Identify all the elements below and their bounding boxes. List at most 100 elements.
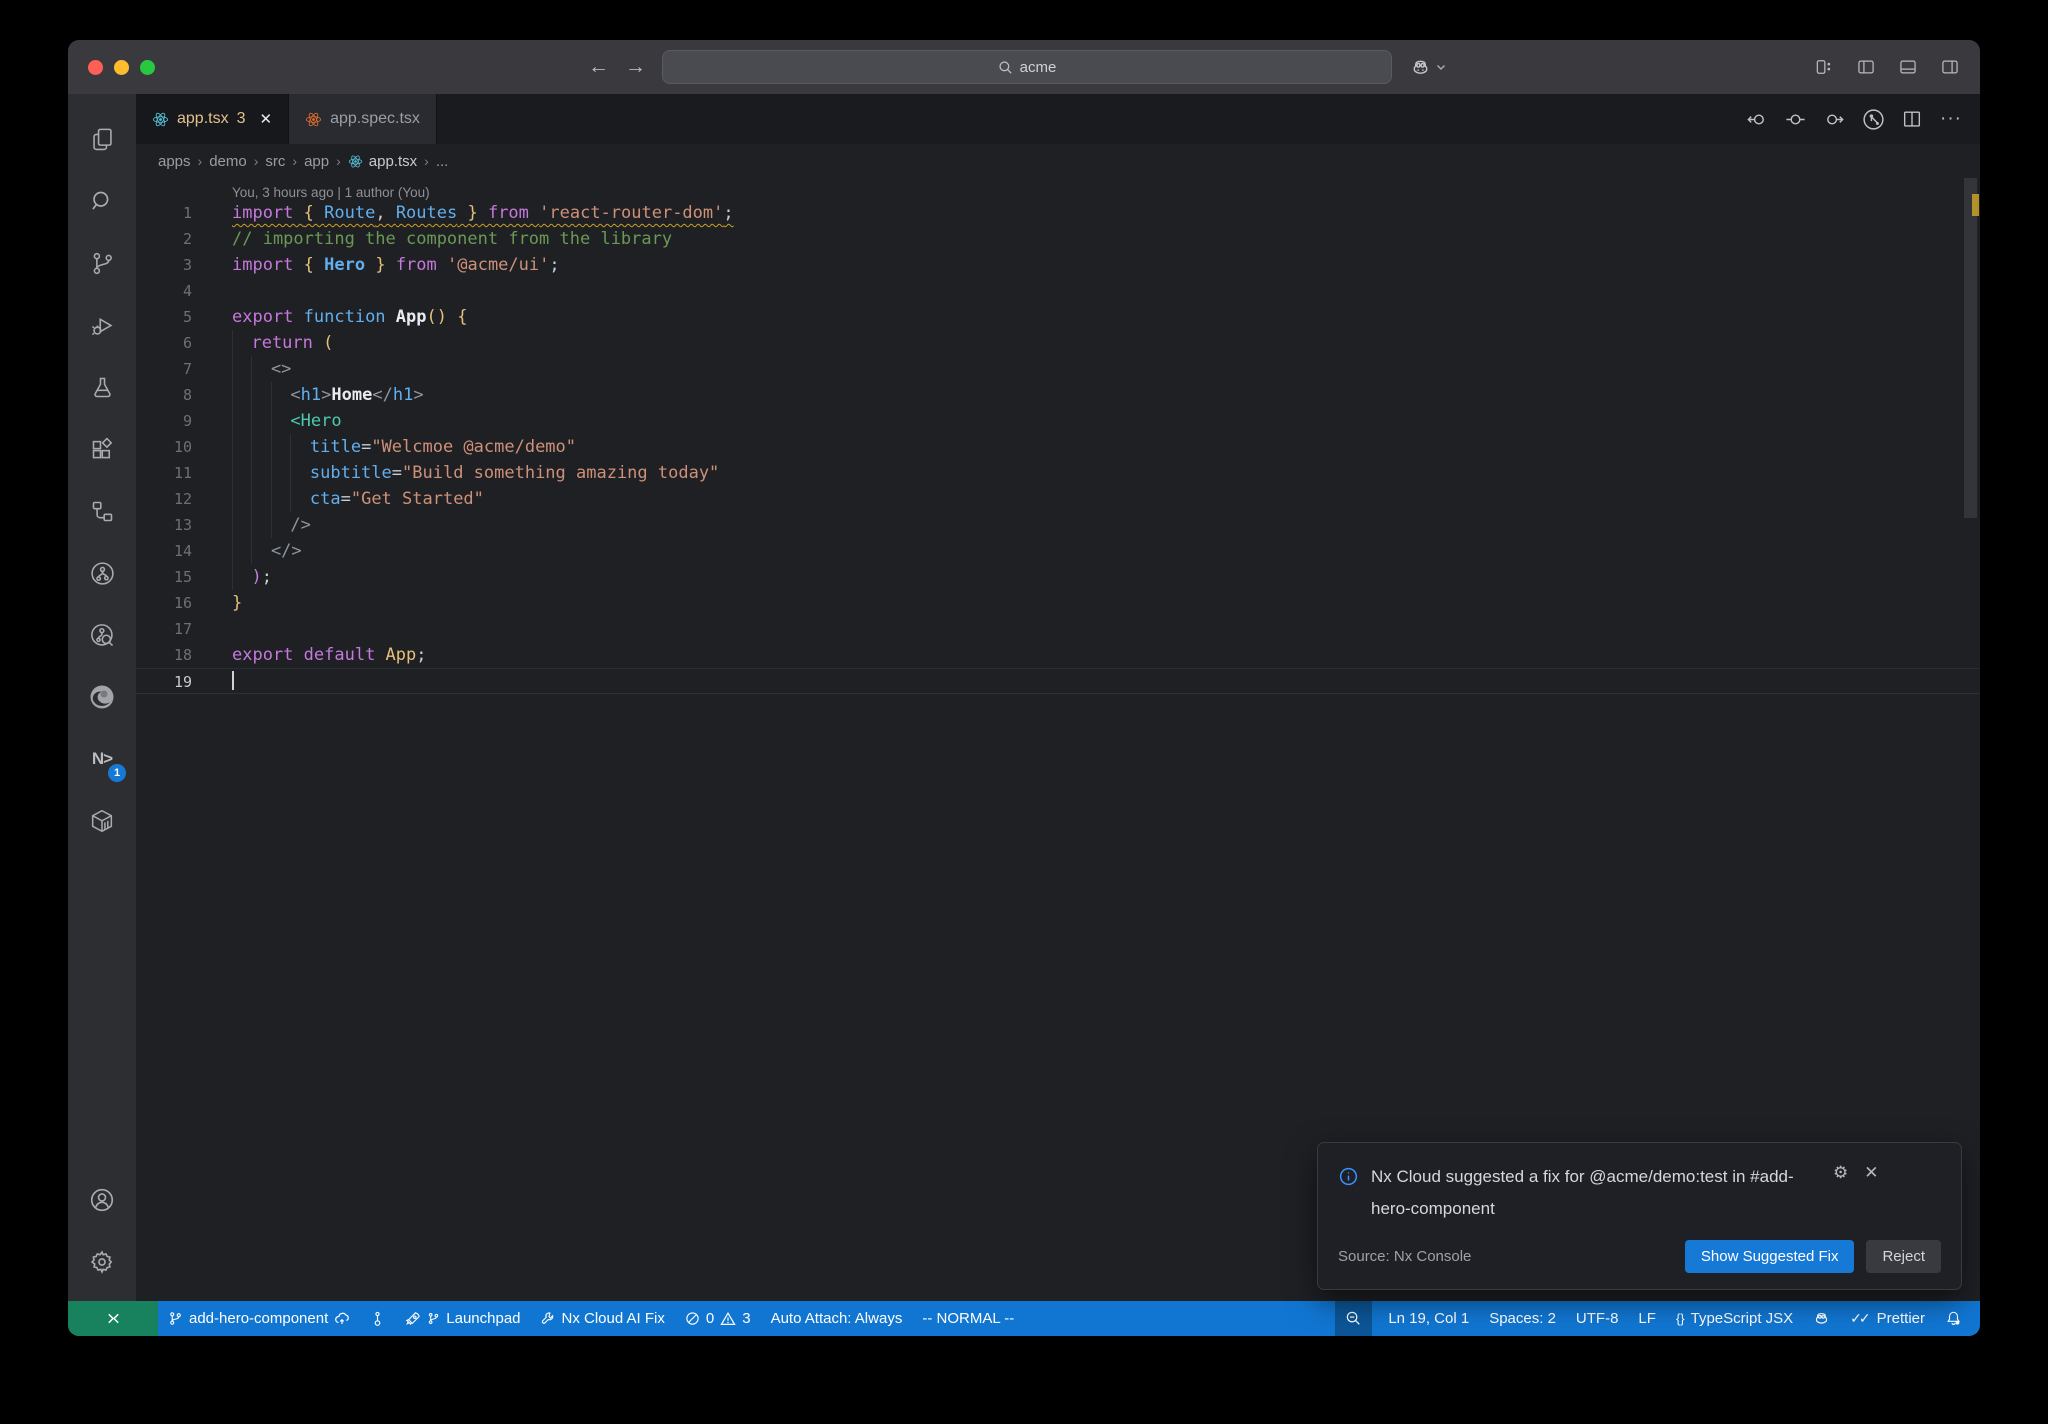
sidebar-item-nx-projects[interactable] xyxy=(68,480,136,542)
auto-attach-label: Auto Attach: Always xyxy=(770,1310,903,1327)
sidebar-item-nx-run-targets[interactable] xyxy=(68,542,136,604)
zoom-window-button[interactable] xyxy=(140,59,155,75)
editor-scrollbar[interactable] xyxy=(1960,178,1980,1301)
breadcrumb-item[interactable]: demo xyxy=(209,153,247,170)
indent-guide xyxy=(290,460,309,486)
remote-indicator[interactable] xyxy=(68,1301,158,1336)
indent-guide xyxy=(232,434,251,460)
nav-back-button[interactable]: ← xyxy=(588,55,609,79)
more-actions-button[interactable]: ··· xyxy=(1936,104,1966,134)
line-number: 4 xyxy=(182,282,192,300)
reject-button[interactable]: Reject xyxy=(1866,1240,1941,1273)
launchpad-status[interactable]: Launchpad xyxy=(395,1301,530,1336)
copilot-menu-button[interactable] xyxy=(1410,57,1447,78)
next-change-button[interactable] xyxy=(1819,104,1849,134)
language-mode-status[interactable]: {} TypeScript JSX xyxy=(1666,1301,1803,1336)
sidebar-item-source-control[interactable] xyxy=(68,232,136,294)
zoom-out-status[interactable] xyxy=(1335,1301,1373,1336)
line-number: 6 xyxy=(182,334,192,352)
code-line[interactable]: 3 import { Hero } from '@acme/ui'; xyxy=(136,252,1980,278)
scrollbar-thumb[interactable] xyxy=(1964,178,1977,518)
code-line[interactable]: 10 title="Welcmoe @acme/demo" xyxy=(136,434,1980,460)
code-line[interactable]: 4 xyxy=(136,278,1980,304)
code-line-content: subtitle="Build something amazing today" xyxy=(232,460,719,486)
indent-guide xyxy=(232,382,251,408)
commit-nav-button[interactable] xyxy=(1780,104,1810,134)
sidebar-item-run-debug[interactable] xyxy=(68,294,136,356)
cursor-position-status[interactable]: Ln 19, Col 1 xyxy=(1378,1301,1479,1336)
account-button[interactable] xyxy=(68,1169,136,1231)
customize-layout-button[interactable] xyxy=(1814,57,1834,77)
chevron-right-icon: › xyxy=(197,153,203,169)
indent-guide xyxy=(270,434,290,460)
nx-cloud-fix-status[interactable]: Nx Cloud AI Fix xyxy=(531,1301,675,1336)
info-icon xyxy=(1339,1168,1358,1186)
sidebar-item-edge-browser[interactable] xyxy=(68,666,136,728)
breadcrumb-item[interactable]: app xyxy=(304,153,329,170)
sidebar-item-nx-console[interactable]: N> 1 xyxy=(68,728,136,790)
prettier-status[interactable]: ✓✓ Prettier xyxy=(1840,1301,1935,1336)
code-line[interactable]: 2 // importing the component from the lib… xyxy=(136,226,1980,252)
git-branch-status[interactable]: add-hero-component xyxy=(158,1301,360,1336)
close-window-button[interactable] xyxy=(88,59,103,75)
code-line[interactable]: 1 import { Route, Routes } from 'react-ro… xyxy=(136,200,1980,226)
minimize-window-button[interactable] xyxy=(114,59,129,75)
code-line[interactable]: 7 <> xyxy=(136,356,1980,382)
code-line[interactable]: 11 subtitle="Build something amazing toda… xyxy=(136,460,1980,486)
command-center-search[interactable]: acme xyxy=(662,50,1392,84)
arrow-circle-left-icon xyxy=(1746,113,1764,125)
breadcrumb-item[interactable]: src xyxy=(265,153,285,170)
breadcrumb-symbol-more[interactable]: ... xyxy=(436,153,449,170)
nav-forward-button[interactable]: → xyxy=(625,55,646,79)
gitlens-status[interactable] xyxy=(360,1301,395,1336)
breadcrumb-file[interactable]: app.tsx xyxy=(348,153,417,170)
sidebar-item-testing[interactable] xyxy=(68,356,136,418)
prev-change-button[interactable] xyxy=(1741,104,1771,134)
tab-app-tsx[interactable]: app.tsx 3 ✕ xyxy=(136,94,290,144)
indentation-status[interactable]: Spaces: 2 xyxy=(1479,1301,1566,1336)
toggle-primary-sidebar-button[interactable] xyxy=(1856,57,1876,77)
code-line[interactable]: 14 </> xyxy=(136,538,1980,564)
notifications-bell-button[interactable] xyxy=(1935,1301,1972,1336)
eol-status[interactable]: LF xyxy=(1628,1301,1666,1336)
code-editor[interactable]: You, 3 hours ago | 1 author (You) 1 impor… xyxy=(136,178,1980,1301)
code-line[interactable]: 6 return ( xyxy=(136,330,1980,356)
notification-message: Nx Cloud suggested a fix for @acme/demo:… xyxy=(1371,1167,1794,1218)
code-line[interactable]: 5 export function App() { xyxy=(136,304,1980,330)
sidebar-item-search[interactable] xyxy=(68,170,136,232)
code-line[interactable]: 15); xyxy=(136,564,1980,590)
code-line[interactable]: 16} xyxy=(136,590,1980,616)
copilot-status[interactable] xyxy=(1803,1301,1840,1336)
auto-attach-status[interactable]: Auto Attach: Always xyxy=(761,1301,913,1336)
notification-close-button[interactable]: ✕ xyxy=(1864,1163,1878,1183)
toggle-panel-button[interactable] xyxy=(1898,57,1918,77)
indent-guide xyxy=(290,434,309,460)
code-line[interactable]: 18 export default App; xyxy=(136,642,1980,668)
tab-close-button[interactable]: ✕ xyxy=(260,110,273,128)
show-suggested-fix-button[interactable]: Show Suggested Fix xyxy=(1684,1240,1855,1273)
code-line[interactable]: 19 xyxy=(136,668,1980,694)
vim-mode-status[interactable]: -- NORMAL -- xyxy=(912,1301,1024,1336)
sidebar-item-package-explorer[interactable] xyxy=(68,790,136,852)
traffic-lights xyxy=(88,59,208,75)
code-line[interactable]: 8 <h1>Home</h1> xyxy=(136,382,1980,408)
run-target-button[interactable] xyxy=(1858,104,1888,134)
notification-settings-button[interactable]: ⚙ xyxy=(1833,1163,1848,1183)
eol-label: LF xyxy=(1638,1310,1656,1327)
sidebar-item-extensions[interactable] xyxy=(68,418,136,480)
split-editor-button[interactable] xyxy=(1897,104,1927,134)
indent-guide xyxy=(270,460,290,486)
code-line[interactable]: 17 xyxy=(136,616,1980,642)
code-line[interactable]: 12 cta="Get Started" xyxy=(136,486,1980,512)
sidebar-item-explorer[interactable] xyxy=(68,108,136,170)
breadcrumb-item[interactable]: apps xyxy=(158,153,191,170)
settings-button[interactable] xyxy=(68,1231,136,1293)
sidebar-item-nx-graph[interactable] xyxy=(68,604,136,666)
toggle-secondary-sidebar-button[interactable] xyxy=(1940,57,1960,77)
code-line[interactable]: 9 <Hero xyxy=(136,408,1980,434)
code-line-content: import { Hero } from '@acme/ui'; xyxy=(232,255,560,275)
encoding-status[interactable]: UTF-8 xyxy=(1566,1301,1629,1336)
problems-status[interactable]: 0 3 xyxy=(675,1301,761,1336)
tab-app-spec-tsx[interactable]: app.spec.tsx xyxy=(289,94,437,144)
code-line[interactable]: 13 /> xyxy=(136,512,1980,538)
